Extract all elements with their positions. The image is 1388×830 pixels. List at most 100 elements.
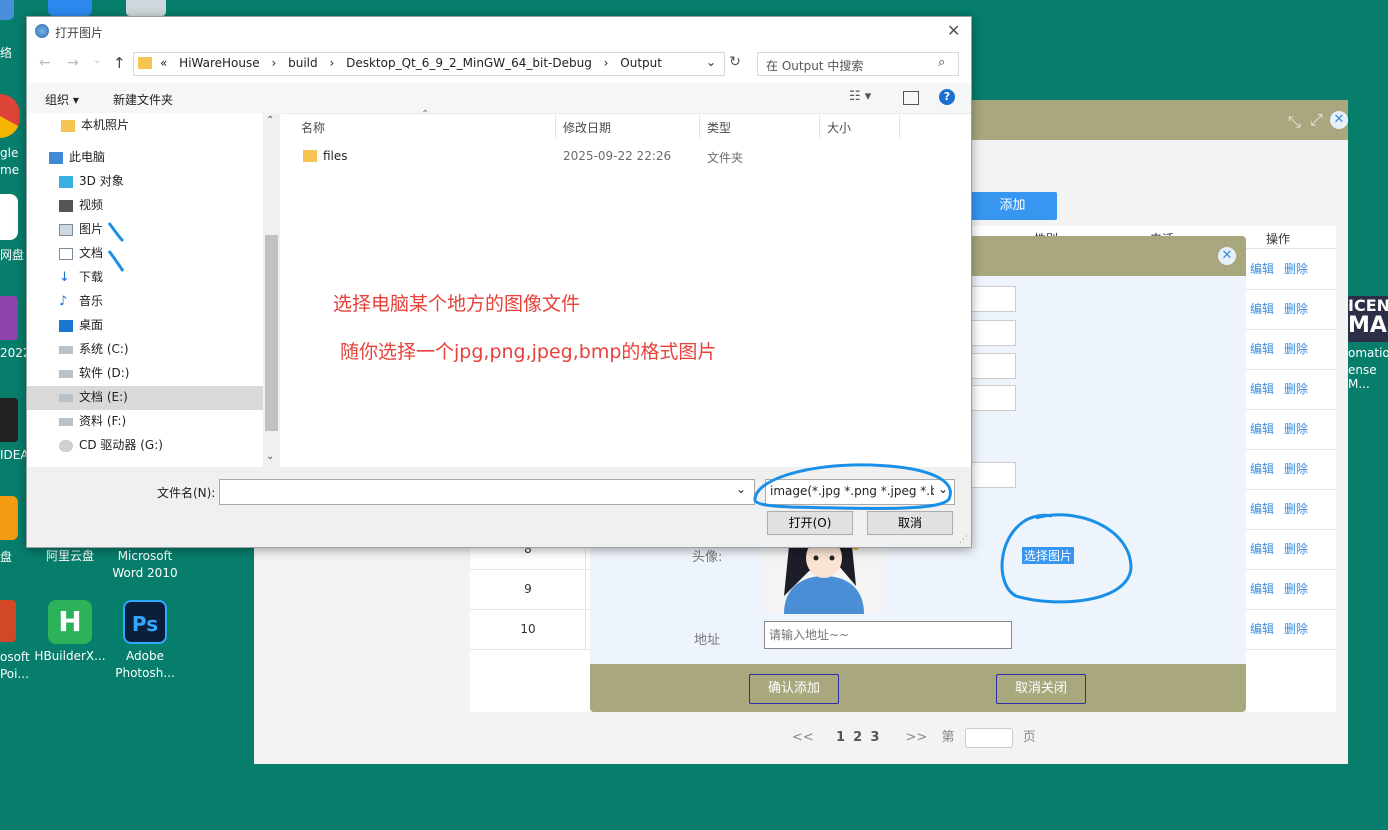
open-button[interactable]: 打开(O) <box>767 511 853 535</box>
desktop-label-license-1[interactable]: omatio <box>1348 346 1388 360</box>
edit-link[interactable]: 编辑 <box>1250 622 1274 636</box>
search-box[interactable]: 在 Output 中搜索 ⌕ <box>757 52 959 76</box>
up-arrow-icon[interactable]: ↑ <box>113 54 126 72</box>
desktop-icon-top-1[interactable] <box>0 0 14 20</box>
delete-link[interactable]: 删除 <box>1284 422 1308 436</box>
cancel-button[interactable]: 取消 <box>867 511 953 535</box>
nav-item-drive-f[interactable]: 资料 (F:) <box>59 409 126 433</box>
desktop-label-edge[interactable]: 络 <box>0 44 12 61</box>
page-link-3[interactable]: 3 <box>870 730 879 745</box>
nav-item-pictures[interactable]: 图片 <box>59 217 103 241</box>
license-manager-icon[interactable]: ICEN MA <box>1348 296 1388 342</box>
recent-chevron-icon[interactable]: ⌄ <box>93 55 101 66</box>
powerpoint-icon[interactable] <box>0 600 16 642</box>
edit-link[interactable]: 编辑 <box>1250 462 1274 476</box>
breadcrumb-overflow[interactable]: « <box>160 56 167 70</box>
add-button[interactable]: 添加 <box>968 192 1057 220</box>
desktop-label-idea[interactable]: IDEA <box>0 448 29 462</box>
nav-item-music[interactable]: ♪ 音乐 <box>59 289 103 313</box>
desktop-label-chrome-2[interactable]: me <box>0 163 19 177</box>
address-bar[interactable]: « HiWareHouse › build › Desktop_Qt_6_9_2… <box>133 52 725 76</box>
nav-item-downloads[interactable]: ↓ 下载 <box>59 265 103 289</box>
desktop-icon-aliyun[interactable]: 阿里云盘 <box>30 548 110 565</box>
desktop-icon-top-2[interactable] <box>48 0 92 16</box>
delete-link[interactable]: 删除 <box>1284 342 1308 356</box>
confirm-add-button[interactable]: 确认添加 <box>749 674 839 704</box>
baidu-netdisk-icon[interactable] <box>0 194 18 240</box>
preview-pane-icon[interactable] <box>903 91 919 105</box>
delete-link[interactable]: 删除 <box>1284 462 1308 476</box>
file-row[interactable]: files 2025-09-22 22:26 文件夹 <box>301 147 941 167</box>
breadcrumb-build[interactable]: build <box>288 56 318 70</box>
file-dialog-close-icon[interactable]: ✕ <box>947 21 960 40</box>
idea-icon[interactable] <box>0 398 18 442</box>
address-input[interactable] <box>764 621 1012 649</box>
column-header-type[interactable]: 类型 <box>707 119 731 136</box>
desktop-label-netdisk[interactable]: 网盘 <box>0 246 24 263</box>
desktop-label-ppt-1[interactable]: osoft <box>0 650 30 664</box>
desktop-label-orange[interactable]: 盘 <box>0 548 12 565</box>
page-number-input[interactable] <box>964 727 1013 748</box>
breadcrumb-hiwarehouse[interactable]: HiWareHouse <box>179 56 259 70</box>
organize-menu[interactable]: 组织 ▾ <box>45 91 79 108</box>
desktop-label-chrome-1[interactable]: gle <box>0 146 18 160</box>
view-options-icon[interactable]: ☷ ▾ <box>849 89 871 104</box>
edit-link[interactable]: 编辑 <box>1250 262 1274 276</box>
delete-link[interactable]: 删除 <box>1284 302 1308 316</box>
column-header-size[interactable]: 大小 <box>827 119 851 136</box>
nav-item-drive-e[interactable]: 文档 (E:) <box>59 385 128 409</box>
breadcrumb-desktop-qt[interactable]: Desktop_Qt_6_9_2_MinGW_64_bit-Debug <box>346 56 592 70</box>
nav-item-this-pc[interactable]: 此电脑 <box>49 145 105 169</box>
column-header-modified[interactable]: 修改日期 <box>563 119 611 136</box>
edit-link[interactable]: 编辑 <box>1250 382 1274 396</box>
desktop-icon-hbuilder[interactable]: H HBuilderX... <box>30 600 110 665</box>
edit-link[interactable]: 编辑 <box>1250 302 1274 316</box>
nav-item-drive-c[interactable]: 系统 (C:) <box>59 337 129 361</box>
nav-scrollbar-thumb[interactable] <box>265 235 278 431</box>
page-link-2[interactable]: 2 <box>853 730 862 745</box>
nav-item-videos[interactable]: 视频 <box>59 193 103 217</box>
resize-grip-icon[interactable]: ⋰ <box>959 535 968 545</box>
close-icon[interactable]: ✕ <box>1330 111 1348 129</box>
filename-input[interactable]: ⌄ <box>219 479 755 505</box>
nav-item-desktop[interactable]: 桌面 <box>59 313 103 337</box>
next-page-button[interactable]: >> <box>906 730 928 745</box>
edit-link[interactable]: 编辑 <box>1250 542 1274 556</box>
nav-item-3d-objects[interactable]: 3D 对象 <box>59 169 124 193</box>
column-header-name[interactable]: 名称 <box>301 119 325 136</box>
cancel-close-button[interactable]: 取消关闭 <box>996 674 1086 704</box>
delete-link[interactable]: 删除 <box>1284 542 1308 556</box>
desktop-icon-word[interactable]: Microsoft Word 2010 <box>105 548 185 582</box>
edit-link[interactable]: 编辑 <box>1250 342 1274 356</box>
orange-app-icon[interactable] <box>0 496 18 540</box>
nav-item-documents[interactable]: 文档 <box>59 241 103 265</box>
maximize-icon[interactable]: ⤢ <box>1310 110 1323 130</box>
delete-link[interactable]: 删除 <box>1284 622 1308 636</box>
dialog-close-icon[interactable]: ✕ <box>1218 247 1236 265</box>
breadcrumb-output[interactable]: Output <box>620 56 662 70</box>
desktop-label-ppt-2[interactable]: Poi... <box>0 667 29 681</box>
edit-link[interactable]: 编辑 <box>1250 422 1274 436</box>
prev-page-button[interactable]: << <box>792 730 814 745</box>
visual-studio-icon[interactable] <box>0 296 18 340</box>
address-dropdown-icon[interactable]: ⌄ <box>706 55 716 69</box>
refresh-icon[interactable]: ↻ <box>727 54 743 74</box>
nav-item-cd-drive[interactable]: CD 驱动器 (G:) <box>59 433 163 457</box>
recycle-bin-icon[interactable] <box>126 0 166 16</box>
delete-link[interactable]: 删除 <box>1284 262 1308 276</box>
search-icon[interactable]: ⌕ <box>938 55 945 70</box>
scroll-down-icon[interactable]: ⌄ <box>266 451 274 462</box>
nav-item-local-photos[interactable]: 本机照片 <box>61 113 129 137</box>
new-folder-button[interactable]: 新建文件夹 <box>113 91 173 108</box>
help-icon[interactable]: ? <box>939 89 955 105</box>
forward-arrow-icon[interactable]: → <box>67 55 79 71</box>
nav-item-drive-d[interactable]: 软件 (D:) <box>59 361 129 385</box>
scroll-up-icon[interactable]: ⌃ <box>266 115 274 126</box>
filename-dropdown-icon[interactable]: ⌄ <box>736 482 746 496</box>
delete-link[interactable]: 删除 <box>1284 582 1308 596</box>
minimize-icon[interactable]: ⤡ <box>1288 112 1301 132</box>
desktop-icon-photoshop[interactable]: Ps Adobe Photosh... <box>105 600 185 682</box>
edit-link[interactable]: 编辑 <box>1250 502 1274 516</box>
delete-link[interactable]: 删除 <box>1284 502 1308 516</box>
delete-link[interactable]: 删除 <box>1284 382 1308 396</box>
